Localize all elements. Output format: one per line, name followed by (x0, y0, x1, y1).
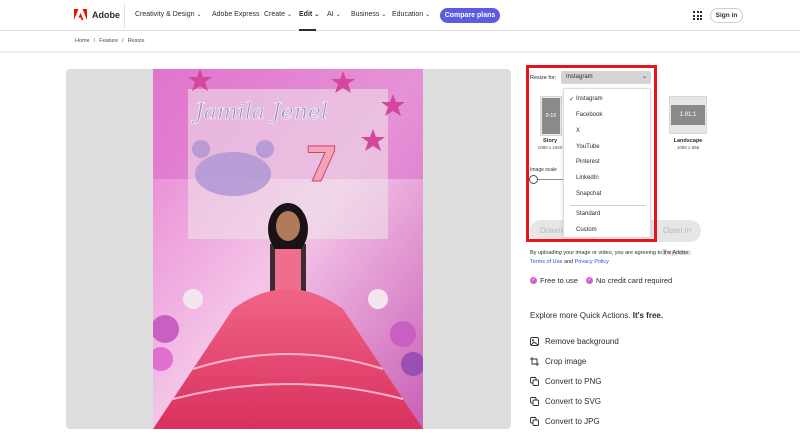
top-navigation: Adobe Creativity & Design ⌄ Adobe Express… (0, 0, 800, 31)
landscape-size-option[interactable]: 1.91:1 (669, 96, 707, 134)
checkmark-icon: ✓ (530, 277, 537, 284)
chevron-down-icon: ⌄ (287, 12, 293, 18)
breadcrumb-divider (0, 51, 800, 53)
breadcrumb-separator: / (93, 38, 96, 44)
birthday-number: 7 (305, 137, 338, 193)
chevron-down-icon: ⌄ (425, 12, 431, 18)
uploaded-photo: Jamila Jenel 7 (153, 69, 423, 429)
nav-creativity-design[interactable]: Creativity & Design ⌄ (135, 11, 202, 18)
privacy-policy-link[interactable]: Privacy Policy (575, 259, 609, 265)
convert-icon (530, 397, 539, 406)
crop-icon (530, 357, 539, 366)
breadcrumb-feature[interactable]: Feature (99, 38, 118, 44)
breadcrumb: Home / Feature / Resize (75, 38, 145, 44)
remove-background-icon (530, 337, 539, 346)
terms-text: By uploading your image or video, you ar… (530, 250, 689, 256)
chevron-down-icon: ⌄ (335, 12, 341, 18)
free-badges: ✓ Free to use ✓ No credit card required (530, 276, 672, 285)
nav-label: Education (392, 11, 424, 18)
checkmark-icon: ✓ (585, 277, 593, 284)
explore-heading: Explore more Quick Actions. It's free. (530, 311, 663, 320)
quick-action-label: Convert to JPG (545, 417, 600, 426)
brand-name: Adobe (92, 9, 120, 20)
adobe-logo[interactable]: Adobe (74, 9, 120, 20)
nav-label: Adobe Express (212, 11, 260, 18)
quick-action-convert-svg[interactable]: Convert to SVG (530, 397, 601, 406)
quick-action-remove-background[interactable]: Remove background (530, 337, 619, 346)
quick-action-label: Crop image (545, 357, 587, 366)
compare-plans-button[interactable]: Compare plans (440, 8, 500, 23)
landscape-label: Landscape (673, 138, 703, 144)
nav-divider (124, 4, 125, 28)
quick-action-convert-jpg[interactable]: Convert to JPG (530, 417, 600, 426)
annotation-highlight-box (526, 65, 657, 242)
nav-edit[interactable]: Edit ⌄ (299, 11, 319, 18)
quick-action-label: Convert to PNG (545, 377, 602, 386)
chevron-down-icon: ⌄ (196, 12, 202, 18)
breadcrumb-separator: / (122, 38, 124, 44)
convert-icon (530, 417, 539, 426)
free-to-use-label: Free to use (540, 276, 578, 285)
nav-label: Edit (299, 11, 313, 18)
terms-and: and (563, 259, 574, 265)
convert-icon (530, 377, 539, 386)
quick-action-label: Remove background (545, 337, 619, 346)
explore-free-text: It's free. (632, 311, 664, 320)
breadcrumb-home[interactable]: Home (75, 38, 90, 44)
quick-action-convert-png[interactable]: Convert to PNG (530, 377, 601, 386)
terms-of-use-link[interactable]: Terms of Use (530, 259, 562, 265)
nav-ai[interactable]: AI ⌄ (327, 11, 341, 18)
active-tab-underline (299, 29, 316, 31)
nav-label: AI (327, 11, 334, 18)
adobe-logo-icon (74, 9, 87, 20)
nav-label: Business (351, 11, 380, 18)
chevron-down-icon: ⌄ (381, 12, 387, 18)
no-credit-card-label: No credit card required (595, 276, 673, 285)
nav-label: Create (264, 11, 286, 18)
app-switcher-icon[interactable] (693, 11, 702, 20)
sign-in-button[interactable]: Sign in (710, 8, 743, 23)
nav-create[interactable]: Create ⌄ (264, 11, 292, 18)
banner-text: Jamila Jenel (191, 100, 328, 125)
quick-action-crop-image[interactable]: Crop image (530, 357, 586, 366)
nav-education[interactable]: Education ⌄ (392, 11, 430, 18)
landscape-dimensions: 1080 x 566 (676, 145, 700, 150)
breadcrumb-current: Resize (127, 38, 145, 44)
ratio-preview: 1.91:1 (671, 105, 705, 125)
terms-notice: By uploading your image or video, you ar… (530, 249, 720, 267)
nav-adobe-express[interactable]: Adobe Express (212, 11, 259, 18)
nav-business[interactable]: Business ⌄ (351, 11, 386, 18)
explore-text: Explore more Quick Actions. (530, 311, 631, 320)
quick-action-label: Convert to SVG (545, 397, 602, 406)
nav-label: Creativity & Design (135, 11, 195, 18)
chevron-down-icon: ⌄ (314, 12, 320, 18)
